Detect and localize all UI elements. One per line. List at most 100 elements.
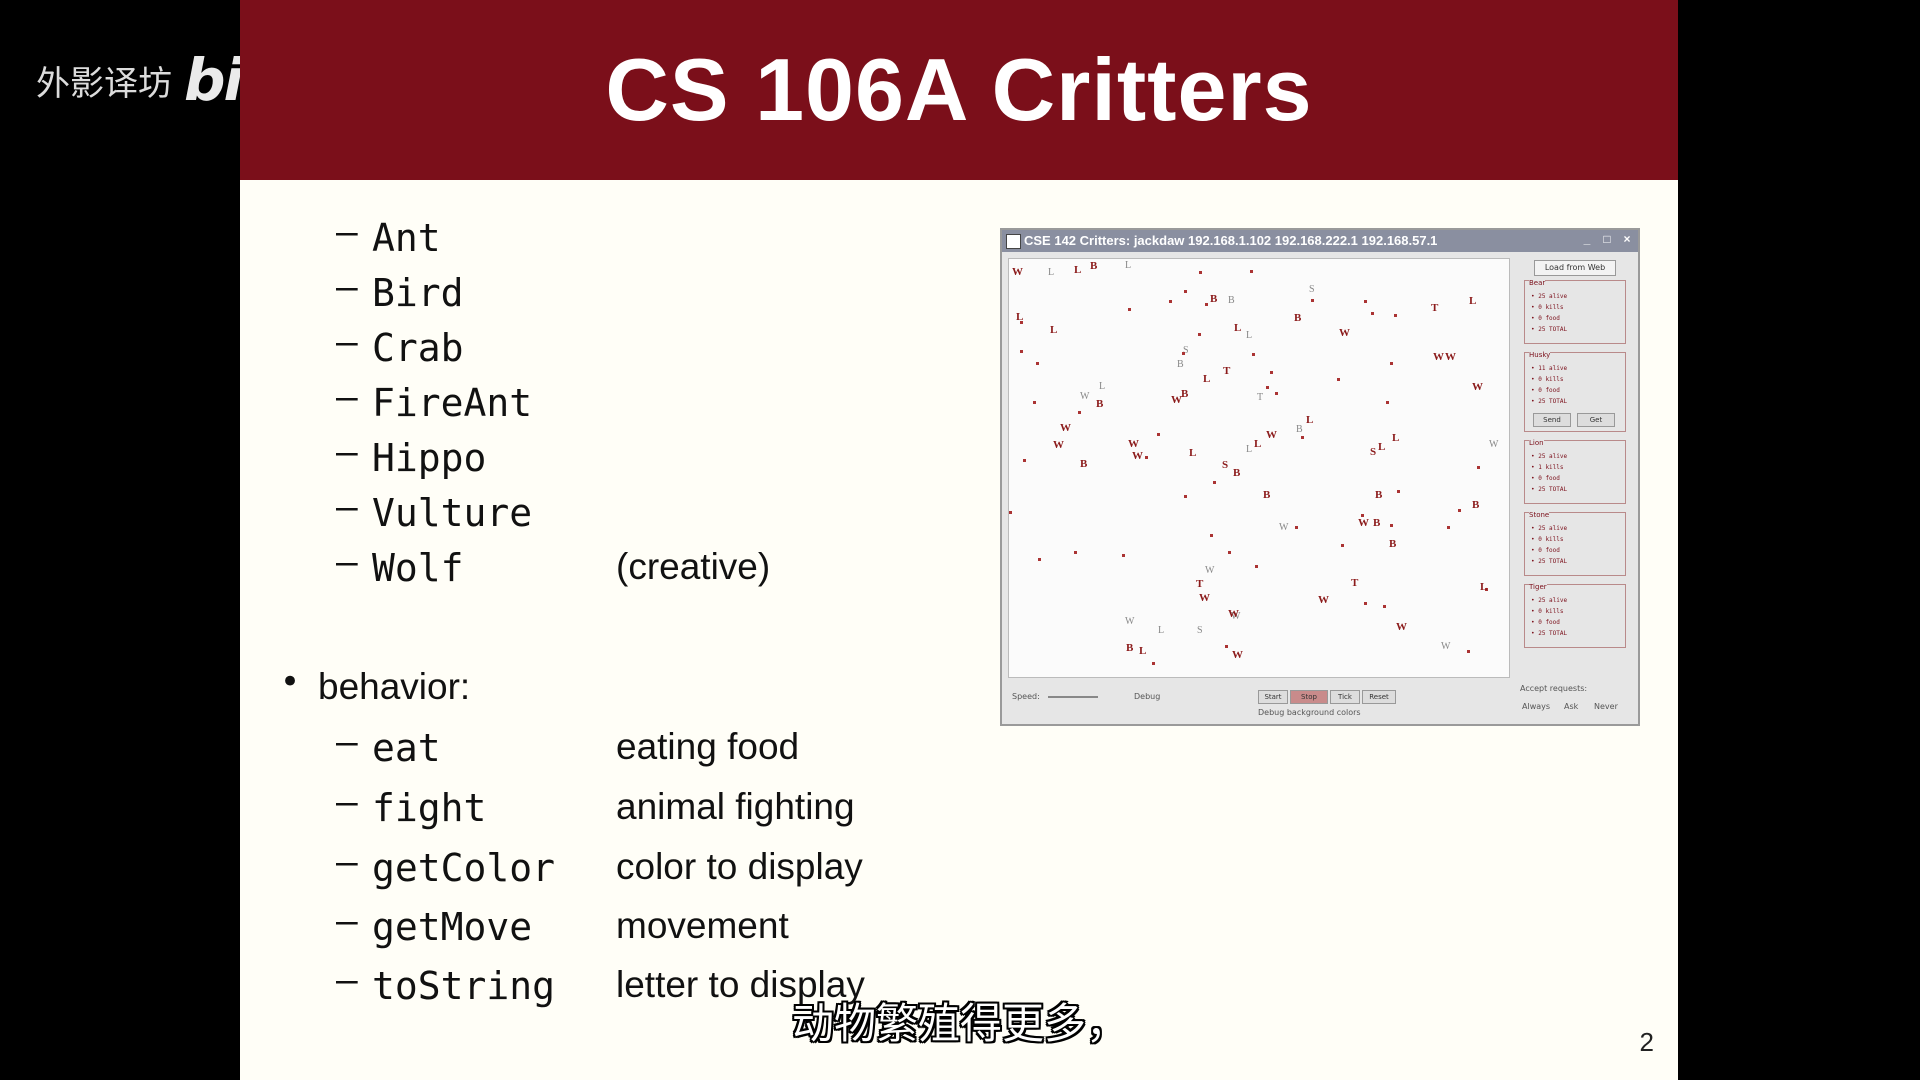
critter-glyph: L — [1099, 381, 1106, 392]
food-dot — [1255, 565, 1258, 568]
critter-glyph: W — [1060, 422, 1071, 434]
food-dot — [1361, 514, 1364, 517]
stat-line: • 25 TOTAL — [1531, 398, 1568, 405]
stats-group: Lion • 25 alive • 1 kills • 0 food • 25 … — [1524, 439, 1626, 504]
critter-glyph: B — [1210, 293, 1218, 305]
stat-line: • 25 alive — [1531, 453, 1568, 460]
group-label: Husky — [1529, 351, 1551, 359]
stat-line: • 0 kills — [1531, 376, 1564, 383]
watermark-text: 外影译坊 — [36, 63, 172, 104]
dash-icon: – — [336, 377, 358, 418]
critter-vulture: Vulture — [372, 491, 533, 535]
critter-glyph: L — [1189, 447, 1197, 459]
behavior-desc: eating food — [616, 726, 800, 767]
critter-glyph: L — [1203, 373, 1211, 385]
critter-glyph: W — [1472, 381, 1483, 393]
food-dot — [1152, 662, 1155, 665]
critter-hippo: Hippo — [372, 436, 487, 480]
behavior-desc: animal fighting — [616, 786, 855, 827]
critter-glyph: L — [1139, 645, 1147, 657]
dash-icon: – — [336, 432, 358, 473]
slide: CS 106A Critters – Ant – Bird – Crab – F… — [240, 0, 1678, 1080]
food-dot — [1038, 558, 1041, 561]
dash-icon: – — [336, 487, 358, 528]
critter-glyph: S — [1370, 446, 1377, 458]
critter-glyph: B — [1375, 489, 1383, 501]
food-dot — [1394, 314, 1397, 317]
critter-glyph: W — [1053, 439, 1064, 451]
stats-group: Tiger • 25 alive • 0 kills • 0 food • 25… — [1524, 583, 1626, 648]
accept-requests-label: Accept requests: — [1520, 684, 1588, 693]
critters-app-screenshot: CSE 142 Critters: jackdaw 192.168.1.102 … — [1000, 228, 1640, 726]
stat-line: • 25 TOTAL — [1531, 486, 1568, 493]
dash-icon: – — [336, 267, 358, 308]
behavior-label: behavior: — [318, 666, 471, 707]
food-dot — [1270, 371, 1273, 374]
window-titlebar: CSE 142 Critters: jackdaw 192.168.1.102 … — [1002, 230, 1638, 252]
stat-line: • 0 food — [1531, 547, 1560, 554]
critter-glyph: W — [1396, 621, 1407, 633]
critter-glyph: L — [1246, 444, 1253, 455]
critter-glyph: W — [1279, 522, 1289, 533]
critter-glyph: L — [1125, 260, 1132, 271]
critter-glyph: T — [1431, 302, 1439, 314]
critter-glyph: W — [1012, 266, 1023, 278]
food-dot — [1169, 300, 1172, 303]
critter-glyph: L — [1234, 322, 1242, 334]
behavior-desc: color to display — [616, 846, 863, 887]
food-dot — [1228, 551, 1231, 554]
critter-glyph: L — [1469, 295, 1477, 307]
critter-glyph: W — [1318, 594, 1329, 606]
speed-slider — [1048, 696, 1098, 698]
food-dot — [1458, 509, 1461, 512]
critter-glyph: W — [1171, 394, 1182, 406]
stop-button: Stop — [1290, 690, 1328, 704]
food-dot — [1074, 551, 1077, 554]
stats-panel: Load from Web Bear • 25 alive • 0 kills … — [1514, 258, 1636, 676]
food-dot — [1184, 495, 1187, 498]
food-dot — [1078, 411, 1081, 414]
critter-glyph: W — [1232, 649, 1243, 661]
dash-icon: – — [336, 842, 358, 883]
food-dot — [1275, 392, 1278, 395]
radio-always: Always — [1522, 702, 1551, 711]
stats-group: Bear • 25 alive • 0 kills • 0 food • 25 … — [1524, 279, 1626, 344]
behavior-desc: movement — [616, 905, 789, 946]
critter-glyph: W — [1080, 391, 1090, 402]
critter-glyph: S — [1197, 625, 1203, 636]
start-button: Start — [1258, 690, 1288, 704]
dash-icon: – — [336, 782, 358, 823]
behavior-name: getMove — [372, 905, 533, 949]
stat-line: • 25 alive — [1531, 293, 1568, 300]
critter-glyph: S — [1222, 459, 1229, 471]
critter-glyph: L — [1254, 438, 1262, 450]
critter-glyph: B — [1181, 388, 1189, 400]
food-dot — [1390, 362, 1393, 365]
critter-glyph: L — [1480, 581, 1488, 593]
food-dot — [1213, 481, 1216, 484]
stat-line: • 1 kills — [1531, 464, 1564, 471]
critter-glyph: W — [1132, 450, 1143, 462]
food-dot — [1122, 554, 1125, 557]
critter-glyph: B — [1126, 642, 1134, 654]
critter-glyph: B — [1233, 467, 1241, 479]
critter-glyph: S — [1309, 284, 1315, 295]
critter-arena: WBLWWWBSTBSLWWWLBLWLWWTWWLLWLBLTWWBBBWWL… — [1008, 258, 1510, 678]
critter-glyph: L — [1158, 625, 1165, 636]
group-label: Bear — [1529, 279, 1546, 287]
food-dot — [1198, 333, 1201, 336]
critter-glyph: L — [1392, 432, 1400, 444]
stats-group: Husky • 11 alive • 0 kills • 0 food • 25… — [1524, 351, 1626, 432]
food-dot — [1301, 436, 1304, 439]
radio-never: Never — [1594, 702, 1618, 711]
food-dot — [1252, 353, 1255, 356]
critter-glyph: B — [1389, 538, 1397, 550]
stat-line: • 25 alive — [1531, 597, 1568, 604]
stat-line: • 11 alive — [1531, 365, 1568, 372]
critter-glyph: L — [1016, 311, 1024, 323]
critter-glyph: W — [1433, 351, 1444, 363]
load-from-web-button: Load from Web — [1534, 260, 1616, 276]
critter-glyph: B — [1296, 424, 1303, 435]
food-dot — [1033, 401, 1036, 404]
critter-glyph: W — [1339, 327, 1350, 339]
